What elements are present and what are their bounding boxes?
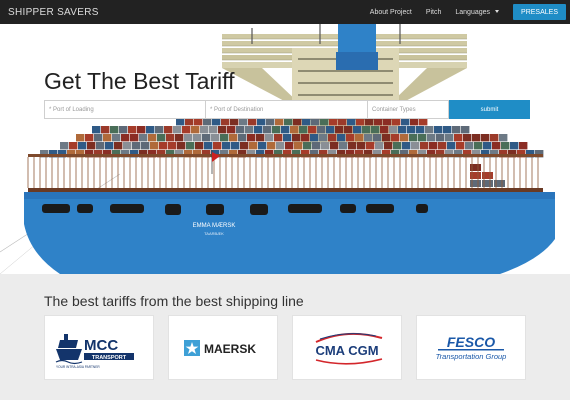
partners-title: The best tariffs from the best shipping … xyxy=(44,293,304,309)
container-types-select[interactable]: Container Types xyxy=(368,100,449,119)
nav-languages-label: Languages xyxy=(455,8,491,16)
ship-port-text: TAARBÆK xyxy=(204,231,224,236)
brand-logo[interactable]: SHIPPER SAVERS xyxy=(8,7,99,18)
mcc-logo-sub: TRANSPORT xyxy=(92,355,127,361)
partner-card-maersk[interactable]: MAERSK xyxy=(168,315,278,380)
tariff-search-form: * Port of Loading * Port of Destination … xyxy=(44,100,530,119)
fesco-logo: FESCO Transportation Group xyxy=(436,334,507,361)
mcc-logo-text: MCC xyxy=(84,337,118,354)
partner-card-mcc[interactable]: MCC TRANSPORT YOUR INTRA-ASIA PARTNER xyxy=(44,315,154,380)
cma-cgm-logo: CMA CGM xyxy=(315,332,383,365)
nav-links: About Project Pitch Languages PRESALES xyxy=(356,0,566,24)
port-of-destination-input[interactable]: * Port of Destination xyxy=(206,100,368,119)
caret-down-icon xyxy=(495,10,500,14)
hero-headline: Get The Best Tariff xyxy=(44,68,235,94)
submit-button[interactable]: submit xyxy=(449,100,530,119)
nav-about-project[interactable]: About Project xyxy=(370,9,412,16)
partners-section: The best tariffs from the best shipping … xyxy=(0,274,570,400)
mcc-transport-logo: MCC TRANSPORT YOUR INTRA-ASIA PARTNER xyxy=(55,333,134,369)
nav-pitch[interactable]: Pitch xyxy=(426,9,442,16)
fesco-logo-sub: Transportation Group xyxy=(436,352,507,361)
maersk-logo: MAERSK xyxy=(184,339,256,356)
partner-card-fesco[interactable]: FESCO Transportation Group xyxy=(416,315,526,380)
port-of-loading-input[interactable]: * Port of Loading xyxy=(44,100,206,119)
maersk-logo-text: MAERSK xyxy=(204,342,256,356)
fesco-logo-text: FESCO xyxy=(447,334,495,350)
presales-button[interactable]: PRESALES xyxy=(513,4,566,20)
ship-name-text: EMMA MÆRSK xyxy=(193,223,236,229)
mcc-logo-tagline: YOUR INTRA-ASIA PARTNER xyxy=(56,365,100,369)
ship-hero-image: EMMA MÆRSK TAARBÆK xyxy=(0,24,555,274)
navbar: SHIPPER SAVERS About Project Pitch Langu… xyxy=(0,0,570,24)
cma-cgm-logo-text: CMA CGM xyxy=(315,343,378,358)
partner-card-cma-cgm[interactable]: CMA CGM xyxy=(292,315,402,380)
nav-languages-dropdown[interactable]: Languages xyxy=(455,8,500,16)
hero-section: EMMA MÆRSK TAARBÆK Get The Best Tariff *… xyxy=(0,24,570,274)
